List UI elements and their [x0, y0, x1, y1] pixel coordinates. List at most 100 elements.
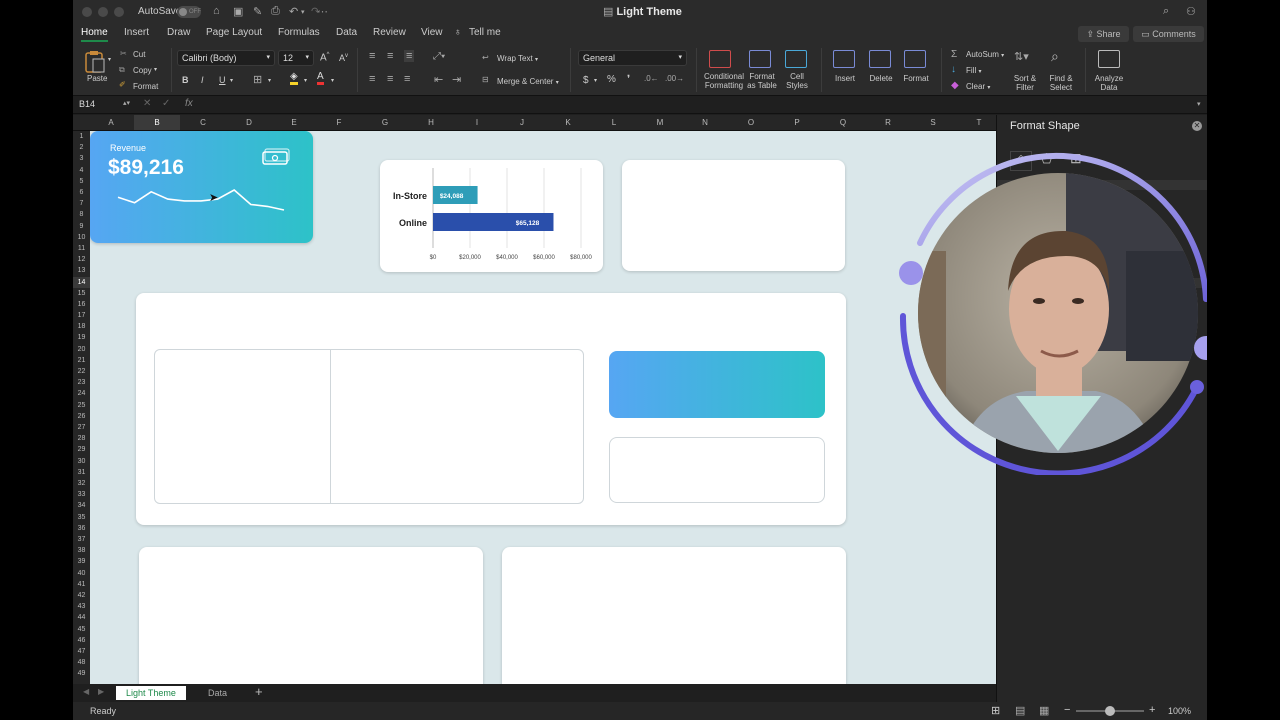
- borders-dropdown-icon[interactable]: ▾: [268, 77, 271, 84]
- next-sheet-icon[interactable]: ▶: [98, 687, 104, 696]
- row-header-22[interactable]: 22: [73, 366, 90, 377]
- row-header-9[interactable]: 9: [73, 221, 90, 232]
- delete-cells-button[interactable]: Delete: [864, 74, 898, 83]
- confirm-entry-icon[interactable]: ✓: [162, 98, 170, 109]
- sheet-canvas[interactable]: Revenue $89,216 $0 $20,000 $40,000 $60,000 $…: [90, 131, 996, 684]
- autosave-toggle[interactable]: OFF: [177, 6, 201, 18]
- row-header-28[interactable]: 28: [73, 433, 90, 444]
- bottom-left-card[interactable]: [139, 547, 483, 684]
- row-header-14[interactable]: 14: [73, 276, 90, 288]
- add-sheet-icon[interactable]: +: [255, 684, 263, 699]
- save-icon[interactable]: ▣: [233, 5, 243, 18]
- row-header-24[interactable]: 24: [73, 388, 90, 399]
- row-header-5[interactable]: 5: [73, 176, 90, 187]
- row-header-18[interactable]: 18: [73, 321, 90, 332]
- column-header-j[interactable]: J: [512, 118, 532, 127]
- row-header-7[interactable]: 7: [73, 198, 90, 209]
- prev-sheet-icon[interactable]: ◀: [83, 687, 89, 696]
- align-right-icon[interactable]: ≡: [404, 73, 410, 85]
- sheet-tab-data[interactable]: Data: [198, 686, 237, 700]
- tab-insert[interactable]: Insert: [124, 27, 149, 38]
- print-icon[interactable]: ⎙: [271, 5, 280, 18]
- row-header-15[interactable]: 15: [73, 288, 90, 299]
- row-header-26[interactable]: 26: [73, 411, 90, 422]
- table-placeholder[interactable]: [154, 349, 584, 504]
- align-left-icon[interactable]: ≡: [369, 73, 375, 85]
- row-header-20[interactable]: 20: [73, 344, 90, 355]
- row-header-33[interactable]: 33: [73, 489, 90, 500]
- column-header-k[interactable]: K: [558, 118, 578, 127]
- align-top-icon[interactable]: ≡: [369, 50, 375, 62]
- row-header-34[interactable]: 34: [73, 500, 90, 511]
- row-header-47[interactable]: 47: [73, 646, 90, 657]
- row-header-49[interactable]: 49: [73, 668, 90, 679]
- column-header-f[interactable]: F: [329, 118, 349, 127]
- fill-color-icon[interactable]: ◈: [290, 72, 298, 85]
- row-header-38[interactable]: 38: [73, 545, 90, 556]
- zoom-out-icon[interactable]: −: [1064, 704, 1070, 716]
- search-icon[interactable]: ⌕: [1163, 5, 1169, 18]
- italic-button[interactable]: I: [201, 75, 204, 85]
- row-header-35[interactable]: 35: [73, 512, 90, 523]
- formula-input[interactable]: [201, 99, 1191, 111]
- column-header-s[interactable]: S: [923, 118, 943, 127]
- fill-color-dropdown-icon[interactable]: ▾: [304, 77, 307, 84]
- column-header-h[interactable]: H: [421, 118, 441, 127]
- tab-data[interactable]: Data: [336, 27, 357, 38]
- undo-dropdown-icon[interactable]: ▾: [301, 8, 305, 16]
- sort-filter-button[interactable]: Sort & Filter: [1007, 74, 1043, 92]
- tab-formulas[interactable]: Formulas: [278, 27, 320, 38]
- increase-indent-icon[interactable]: ⇥: [452, 73, 461, 86]
- font-color-icon[interactable]: A: [317, 72, 324, 85]
- row-header-4[interactable]: 4: [73, 165, 90, 176]
- more-icon[interactable]: ⋯: [317, 5, 328, 18]
- tab-draw[interactable]: Draw: [167, 27, 190, 38]
- row-header-23[interactable]: 23: [73, 377, 90, 388]
- gradient-tile[interactable]: [609, 351, 825, 418]
- fill-button[interactable]: Fill ▾: [966, 66, 981, 75]
- decrease-decimal-icon[interactable]: .00→: [665, 74, 684, 83]
- row-header-21[interactable]: 21: [73, 355, 90, 366]
- row-header-10[interactable]: 10: [73, 232, 90, 243]
- tell-me-search[interactable]: Tell me: [469, 27, 501, 38]
- tab-home[interactable]: Home: [81, 27, 108, 42]
- column-header-p[interactable]: P: [787, 118, 807, 127]
- insert-cells-button[interactable]: Insert: [829, 74, 861, 83]
- row-header-37[interactable]: 37: [73, 534, 90, 545]
- increase-font-icon[interactable]: A^: [320, 52, 330, 63]
- undo-icon[interactable]: ↶: [289, 5, 298, 18]
- borders-icon[interactable]: ⊞: [253, 73, 262, 86]
- row-header-43[interactable]: 43: [73, 601, 90, 612]
- cut-button[interactable]: Cut: [133, 50, 145, 59]
- column-header-l[interactable]: L: [604, 118, 624, 127]
- comments-button[interactable]: ▭ Comments: [1133, 26, 1204, 42]
- font-size-dropdown[interactable]: 12 ▾: [278, 50, 314, 66]
- expand-formula-icon[interactable]: ▾: [1197, 100, 1201, 108]
- align-middle-icon[interactable]: ≡: [387, 50, 393, 62]
- row-header-46[interactable]: 46: [73, 635, 90, 646]
- page-layout-view-icon[interactable]: ▤: [1015, 704, 1025, 717]
- row-header-42[interactable]: 42: [73, 590, 90, 601]
- align-center-icon[interactable]: ≡: [387, 73, 393, 85]
- row-header-29[interactable]: 29: [73, 444, 90, 455]
- row-header-11[interactable]: 11: [73, 243, 90, 254]
- column-header-a[interactable]: A: [101, 118, 121, 127]
- font-color-dropdown-icon[interactable]: ▾: [331, 77, 334, 84]
- row-header-39[interactable]: 39: [73, 556, 90, 567]
- row-header-30[interactable]: 30: [73, 456, 90, 467]
- conditional-formatting-button[interactable]: Conditional Formatting: [701, 72, 747, 90]
- cell-styles-button[interactable]: Cell Styles: [779, 72, 815, 90]
- zoom-in-icon[interactable]: +: [1149, 704, 1155, 716]
- wrap-text-button[interactable]: Wrap Text ▾: [497, 54, 538, 63]
- column-header-o[interactable]: O: [741, 118, 761, 127]
- revenue-card[interactable]: Revenue $89,216: [90, 131, 313, 243]
- copy-button[interactable]: Copy: [133, 66, 152, 75]
- sales-channel-chart-card[interactable]: $0 $20,000 $40,000 $60,000 $80,000 In-Store $2…: [380, 160, 603, 272]
- font-name-dropdown[interactable]: Calibri (Body) ▾: [177, 50, 275, 66]
- row-header-31[interactable]: 31: [73, 467, 90, 478]
- comma-icon[interactable]: ❜: [627, 74, 630, 85]
- row-header-44[interactable]: 44: [73, 612, 90, 623]
- row-header-6[interactable]: 6: [73, 187, 90, 198]
- row-header-16[interactable]: 16: [73, 299, 90, 310]
- row-header-2[interactable]: 2: [73, 142, 90, 153]
